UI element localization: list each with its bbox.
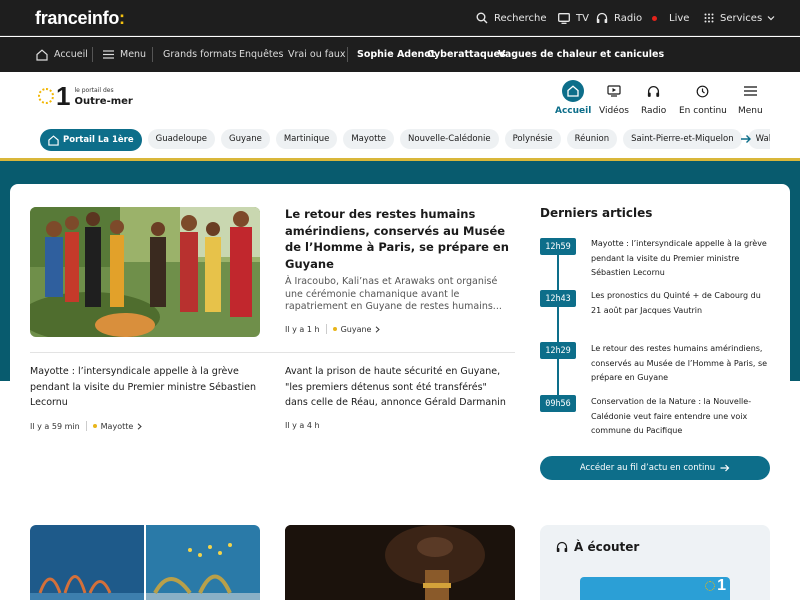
trending-link-cyberattaques[interactable]: Cyberattaques <box>427 37 506 72</box>
hero-meta: Il y a 1 h Guyane <box>285 324 381 334</box>
search-icon <box>476 12 488 24</box>
nav-link-enquetes[interactable]: Enquêtes <box>239 37 283 72</box>
hero-description: À Iracoubo, Kali’nas et Arawaks ont orga… <box>285 276 502 312</box>
chip-reunion[interactable]: Réunion <box>566 129 618 149</box>
portal-nav-menu[interactable]: Menu <box>738 80 763 116</box>
section-divider <box>30 352 515 353</box>
chevron-right-icon <box>137 422 143 430</box>
timeline-time: 12h29 <box>540 342 576 359</box>
hero-image[interactable] <box>30 207 260 337</box>
search-button[interactable]: Recherche <box>476 0 547 36</box>
nav-separator <box>92 47 93 62</box>
grid-icon <box>704 13 714 23</box>
latest-articles-heading: Derniers articles <box>540 206 653 220</box>
chip-mayotte[interactable]: Mayotte <box>343 129 395 149</box>
home-icon <box>48 134 59 146</box>
chip-nouvelle-caledonie[interactable]: Nouvelle-Calédonie <box>400 129 499 149</box>
nav-separator <box>152 47 153 62</box>
chip-guadeloupe[interactable]: Guadeloupe <box>147 129 215 149</box>
secondary-nav: Accueil Menu Grands formats Enquêtes Vra… <box>0 37 800 72</box>
article-meta-prison: Il y a 4 h <box>285 421 320 430</box>
trending-link-vagues-de-chaleur[interactable]: Vagues de chaleur et canicules <box>498 37 664 72</box>
nav-link-vrai-ou-faux[interactable]: Vrai ou faux <box>288 37 346 72</box>
article-meta-mayotte: Il y a 59 min Mayotte <box>30 421 143 431</box>
outre-mer-logo[interactable]: 1 le portail des Outre-mer <box>38 83 133 109</box>
listen-heading: À écouter <box>556 540 639 554</box>
nav-menu-button[interactable]: Menu <box>103 37 146 72</box>
video-icon <box>603 80 625 102</box>
chip-saint-pierre-et-miquelon[interactable]: Saint-Pierre-et-Miquelon <box>623 129 742 149</box>
clock-icon <box>692 80 714 102</box>
home-icon <box>562 80 585 102</box>
nav-link-grands-formats[interactable]: Grands formats <box>163 37 237 72</box>
timeline-item[interactable]: Mayotte : l’intersyndicale appelle à la … <box>591 237 771 281</box>
trending-link-sophie-adenot[interactable]: Sophie Adenot <box>357 37 435 72</box>
portal-nav-videos[interactable]: Vidéos <box>599 80 629 116</box>
justice-gavel-image[interactable] <box>285 525 515 600</box>
services-button[interactable]: Services <box>704 0 775 36</box>
article-region-tag[interactable]: Mayotte <box>101 422 134 431</box>
portal-nav-accueil[interactable]: Accueil <box>555 80 591 116</box>
region-dot-icon <box>92 424 97 428</box>
sun-icon <box>705 581 716 591</box>
franceinfo-logo[interactable]: franceinfo: <box>35 8 125 29</box>
chevron-right-icon <box>376 325 381 333</box>
tv-button[interactable]: TV <box>558 0 589 36</box>
timeline-item[interactable]: Les pronostics du Quinté + de Cabourg du… <box>591 289 771 318</box>
article-timestamp: Il y a 4 h <box>285 421 320 430</box>
article-timestamp: Il y a 59 min <box>30 421 80 431</box>
top-bar: franceinfo: Recherche TV Radio Live Serv… <box>0 0 800 36</box>
chip-martinique[interactable]: Martinique <box>275 129 338 149</box>
chip-polynesie[interactable]: Polynésie <box>504 129 561 149</box>
listen-thumbnail[interactable]: 1 <box>580 577 730 600</box>
menu-icon <box>103 50 114 59</box>
portal-header: 1 le portail des Outre-mer Accueil Vidéo… <box>0 72 800 160</box>
region-dot-icon <box>332 327 337 331</box>
timeline-line <box>557 250 559 410</box>
arrow-right-icon[interactable] <box>740 134 752 144</box>
hero-headline[interactable]: Le retour des restes humains amérindiens… <box>285 206 510 272</box>
timeline-item[interactable]: Le retour des restes humains amérindiens… <box>591 342 771 386</box>
live-button[interactable]: Live <box>652 0 689 36</box>
headphones-icon <box>596 12 608 23</box>
chevron-down-icon <box>767 16 775 21</box>
home-icon <box>36 48 48 61</box>
portal-nav-en-continu[interactable]: En continu <box>679 80 727 116</box>
underwater-image[interactable] <box>30 525 260 600</box>
headphones-icon <box>643 80 665 102</box>
timeline-time: 12h43 <box>540 290 576 307</box>
live-dot-icon <box>652 15 657 21</box>
chip-portail-la-1ere[interactable]: Portail La 1ère <box>40 129 142 151</box>
region-chips: Portail La 1ère Guadeloupe Guyane Martin… <box>40 129 770 151</box>
article-title-prison[interactable]: Avant la prison de haute sécurité en Guy… <box>285 364 510 411</box>
tv-icon <box>558 12 570 24</box>
portal-nav-radio[interactable]: Radio <box>641 80 666 116</box>
radio-button[interactable]: Radio <box>596 0 642 36</box>
arrow-right-icon <box>720 464 730 472</box>
article-title-mayotte[interactable]: Mayotte : l’intersyndicale appelle à la … <box>30 364 260 411</box>
headphones-icon <box>556 541 568 552</box>
chip-guyane[interactable]: Guyane <box>221 129 270 149</box>
timeline-time: 12h59 <box>540 238 576 255</box>
timeline-item[interactable]: Conservation de la Nature : la Nouvelle-… <box>591 395 771 439</box>
hero-region-tag[interactable]: Guyane <box>341 325 372 334</box>
live-feed-button[interactable]: Accéder au fil d’actu en continu <box>540 456 770 480</box>
nav-home-link[interactable]: Accueil <box>36 37 88 72</box>
timeline-time: 09h56 <box>540 395 576 412</box>
menu-icon <box>739 80 761 102</box>
sun-icon <box>38 88 54 104</box>
hero-timestamp: Il y a 1 h <box>285 324 320 334</box>
nav-separator <box>347 47 348 62</box>
